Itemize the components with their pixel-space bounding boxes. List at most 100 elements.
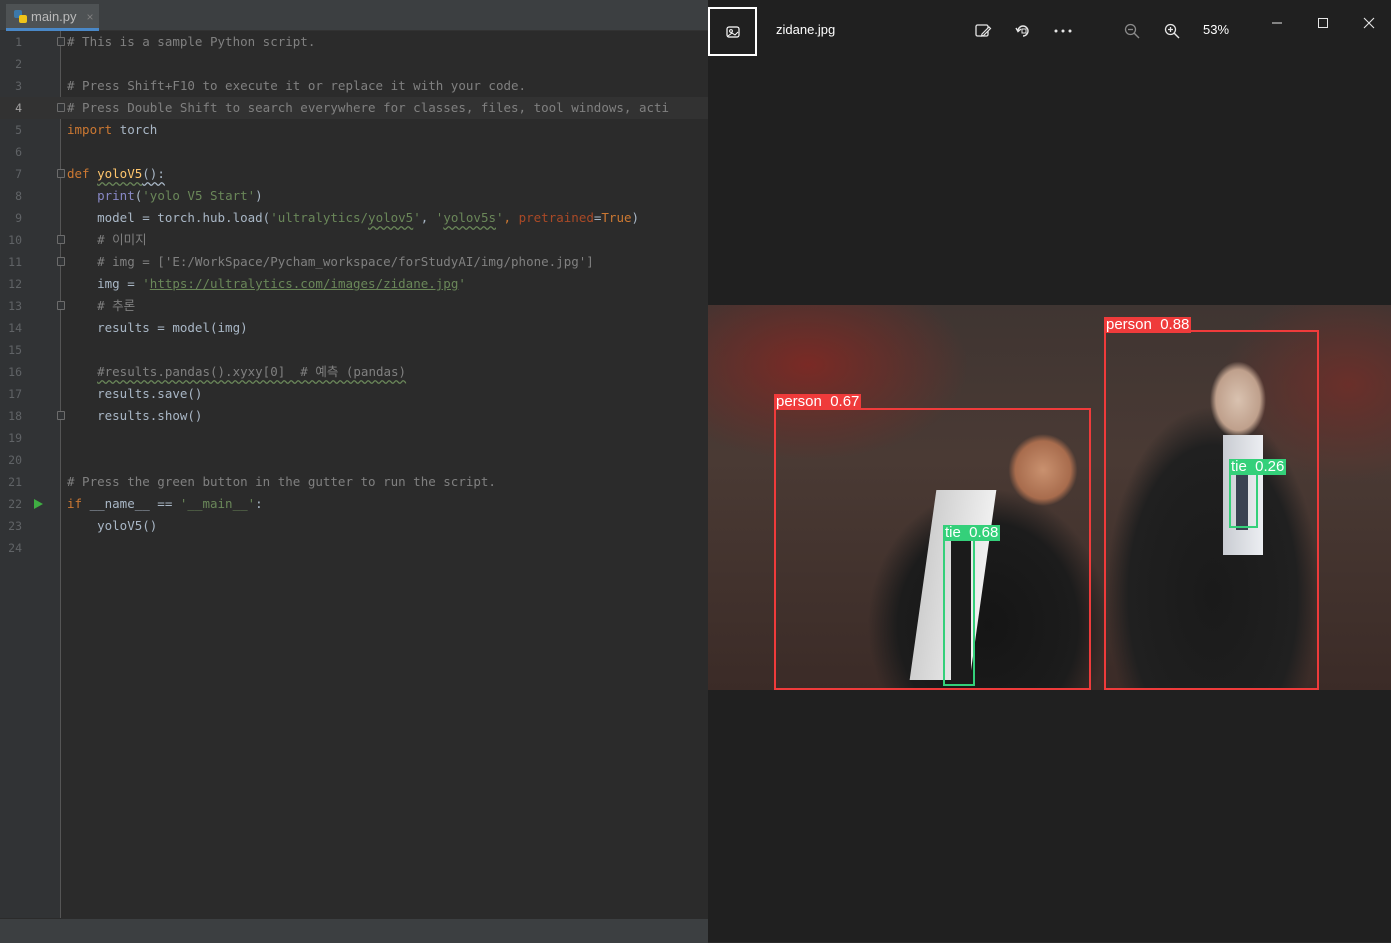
code-line[interactable]: 24 <box>0 537 708 559</box>
code-text[interactable]: # img = ['E:/WorkSpace/Pycham_workspace/… <box>67 251 594 273</box>
minimize-button[interactable] <box>1264 10 1290 36</box>
code-line[interactable]: 4 # Press Double Shift to search everywhe… <box>0 97 708 119</box>
code-token: : <box>255 496 263 511</box>
line-number: 14 <box>8 321 22 335</box>
detection-result-image: person 0.67 person 0.88 tie 0.68 tie 0.2… <box>708 305 1391 690</box>
line-number: 21 <box>8 475 22 489</box>
code-token: # Press the green button in the gutter t… <box>67 474 496 489</box>
maximize-button[interactable] <box>1310 10 1336 36</box>
bbox-tie-left <box>943 539 975 686</box>
zoom-out-button[interactable] <box>1119 18 1145 44</box>
status-bar <box>0 918 708 943</box>
fold-marker-icon[interactable] <box>57 37 65 46</box>
photo-viewer-window: zidane.jpg 53% person 0.67 person 0.88 t… <box>708 0 1391 942</box>
line-number: 17 <box>8 387 22 401</box>
code-token: # Press Double Shift to search everywher… <box>67 100 670 115</box>
fold-marker-icon[interactable] <box>57 411 65 420</box>
code-text[interactable]: if __name__ == '__main__': <box>67 493 263 515</box>
code-line[interactable]: 21 # Press the green button in the gutter… <box>0 471 708 493</box>
code-line[interactable]: 5 import torch <box>0 119 708 141</box>
code-line[interactable]: 19 <box>0 427 708 449</box>
code-text[interactable]: img = 'https://ultralytics.com/images/zi… <box>67 273 466 295</box>
line-number: 2 <box>15 57 22 71</box>
code-token: # Press Shift+F10 to execute it or repla… <box>67 78 527 93</box>
ide-window: main.py × 1 # This is a sample Python scr… <box>0 0 708 943</box>
line-number: 4 <box>15 101 22 115</box>
code-text[interactable]: def yoloV5(): <box>67 163 165 185</box>
line-number: 7 <box>15 167 22 181</box>
code-line[interactable]: 8 print('yolo V5 Start') <box>0 185 708 207</box>
code-text[interactable]: # Press Shift+F10 to execute it or repla… <box>67 75 526 97</box>
code-line[interactable]: 2 <box>0 53 708 75</box>
viewer-title-bar: zidane.jpg 53% <box>708 0 1391 60</box>
code-text[interactable]: # Press Double Shift to search everywher… <box>67 97 669 119</box>
code-line[interactable]: 17 results.save() <box>0 383 708 405</box>
code-line[interactable]: 20 <box>0 449 708 471</box>
code-line[interactable]: 14 results = model(img) <box>0 317 708 339</box>
code-token: yolov5 <box>368 210 414 225</box>
zoom-level[interactable]: 53% <box>1203 22 1229 37</box>
editor-tab-bar: main.py × <box>0 0 708 31</box>
code-line[interactable]: 13 # 추론 <box>0 295 708 317</box>
line-number: 22 <box>8 497 22 511</box>
tab-main-py[interactable]: main.py × <box>6 4 99 31</box>
code-text[interactable]: #results.pandas().xyxy[0] # 예측 (pandas) <box>67 361 406 383</box>
line-number: 20 <box>8 453 22 467</box>
tab-close-icon[interactable]: × <box>87 4 94 31</box>
code-line[interactable]: 11 # img = ['E:/WorkSpace/Pycham_workspa… <box>0 251 708 273</box>
code-text[interactable]: results = model(img) <box>67 317 248 339</box>
fold-marker-icon[interactable] <box>57 103 65 112</box>
code-token: # img = ['E:/WorkSpace/Pycham_workspace/… <box>67 254 594 269</box>
code-text[interactable]: import torch <box>67 119 157 141</box>
code-token: , <box>420 210 436 225</box>
code-line[interactable]: 10 # 이미지 <box>0 229 708 251</box>
fold-marker-icon[interactable] <box>57 169 65 178</box>
code-text[interactable]: # 이미지 <box>67 229 147 251</box>
code-text[interactable]: yoloV5() <box>67 515 157 537</box>
line-number: 15 <box>8 343 22 357</box>
fold-marker-icon[interactable] <box>57 301 65 310</box>
code-editor[interactable]: 1 # This is a sample Python script. 2 3 # Pr… <box>0 31 708 918</box>
line-number: 13 <box>8 299 22 313</box>
code-text[interactable]: model = torch.hub.load('ultralytics/yolo… <box>67 207 639 229</box>
line-number: 3 <box>15 79 22 93</box>
code-token: # This is a sample Python script. <box>67 34 316 49</box>
code-line[interactable]: 15 <box>0 339 708 361</box>
code-line[interactable]: 22 if __name__ == '__main__': <box>0 493 708 515</box>
code-line[interactable]: 16 #results.pandas().xyxy[0] # 예측 (panda… <box>0 361 708 383</box>
see-all-photos-button[interactable] <box>708 7 757 56</box>
code-line[interactable]: 1 # This is a sample Python script. <box>0 31 708 53</box>
close-button[interactable] <box>1356 10 1382 36</box>
code-text[interactable]: # 추론 <box>67 295 135 317</box>
zoom-in-button[interactable] <box>1159 18 1185 44</box>
rotate-button[interactable] <box>1010 18 1036 44</box>
code-line[interactable]: 7 def yoloV5(): <box>0 163 708 185</box>
zoom-in-icon <box>1164 23 1180 39</box>
more-options-button[interactable] <box>1050 18 1076 44</box>
line-number: 24 <box>8 541 22 555</box>
code-token: 'ultralytics/ <box>270 210 369 225</box>
code-text[interactable]: results.show() <box>67 405 202 427</box>
code-text[interactable]: print('yolo V5 Start') <box>67 185 263 207</box>
code-line[interactable]: 12 img = 'https://ultralytics.com/images… <box>0 273 708 295</box>
fold-marker-icon[interactable] <box>57 235 65 244</box>
line-number: 16 <box>8 365 22 379</box>
code-text[interactable]: # Press the green button in the gutter t… <box>67 471 496 493</box>
run-gutter-icon[interactable] <box>34 499 43 509</box>
code-text[interactable]: results.save() <box>67 383 202 405</box>
line-number: 9 <box>15 211 22 225</box>
code-line[interactable]: 18 results.show() <box>0 405 708 427</box>
code-line[interactable]: 23 yoloV5() <box>0 515 708 537</box>
line-number: 5 <box>15 123 22 137</box>
code-line[interactable]: 3 # Press Shift+F10 to execute it or repl… <box>0 75 708 97</box>
code-line[interactable]: 9 model = torch.hub.load('ultralytics/yo… <box>0 207 708 229</box>
code-token: model = torch.hub.load( <box>67 210 271 225</box>
fold-marker-icon[interactable] <box>57 257 65 266</box>
code-line[interactable]: 6 <box>0 141 708 163</box>
bbox-person-left <box>774 408 1091 690</box>
code-text[interactable]: # This is a sample Python script. <box>67 31 315 53</box>
code-token: ) <box>631 210 640 225</box>
edit-image-button[interactable] <box>970 18 996 44</box>
python-file-icon <box>14 9 27 23</box>
